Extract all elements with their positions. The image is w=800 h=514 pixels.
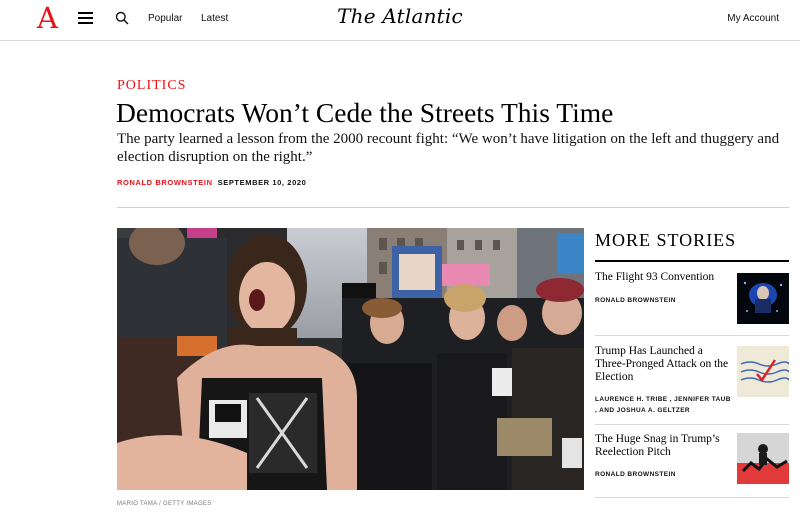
article-dek: The party learned a lesson from the 2000…	[117, 131, 780, 165]
protest-photo-illustration	[117, 228, 584, 490]
header-divider	[117, 207, 789, 208]
publish-date: SEPTEMBER 10, 2020	[217, 178, 307, 187]
story-card[interactable]: Trump Has Launched a Three-Pronged Attac…	[595, 345, 789, 417]
story-author[interactable]: RONALD BROWNSTEIN	[595, 469, 735, 480]
story-author[interactable]: RONALD BROWNSTEIN	[595, 295, 735, 306]
byline: RONALD BROWNSTEIN SEPTEMBER 10, 2020	[117, 178, 306, 187]
story-divider	[595, 335, 789, 336]
more-stories-heading: MORE STORIES	[595, 230, 737, 250]
story-thumbnail[interactable]	[737, 433, 789, 484]
story-title[interactable]: Trump Has Launched a Three-Pronged Attac…	[595, 345, 731, 384]
story-title[interactable]: The Huge Snag in Trump’s Reelection Pitc…	[595, 433, 731, 459]
story-thumbnail[interactable]	[737, 273, 789, 324]
story-card[interactable]: The Flight 93 Convention RONALD BROWNSTE…	[595, 271, 789, 329]
more-stories-rule	[595, 260, 789, 262]
story-author[interactable]: LAURENCE H. TRIBE , JENNIFER TAUB , AND …	[595, 394, 735, 416]
lead-photo	[117, 228, 584, 490]
author-link[interactable]: RONALD BROWNSTEIN	[117, 178, 213, 187]
story-divider	[595, 497, 789, 498]
story-divider	[595, 424, 789, 425]
story-card[interactable]: The Huge Snag in Trump’s Reelection Pitc…	[595, 433, 789, 491]
story-title[interactable]: The Flight 93 Convention	[595, 271, 731, 284]
story-thumbnail[interactable]	[737, 346, 789, 397]
image-credit: MARIO TAMA / GETTY IMAGES	[117, 501, 212, 507]
my-account-link[interactable]: My Account	[727, 13, 779, 24]
top-navigation-bar: A Popular Latest The Atlantic My Account	[0, 0, 800, 41]
masthead-logo[interactable]: The Atlantic	[0, 4, 800, 28]
article-headline: Democrats Won’t Cede the Streets This Ti…	[116, 97, 614, 128]
section-label[interactable]: POLITICS	[117, 78, 186, 94]
